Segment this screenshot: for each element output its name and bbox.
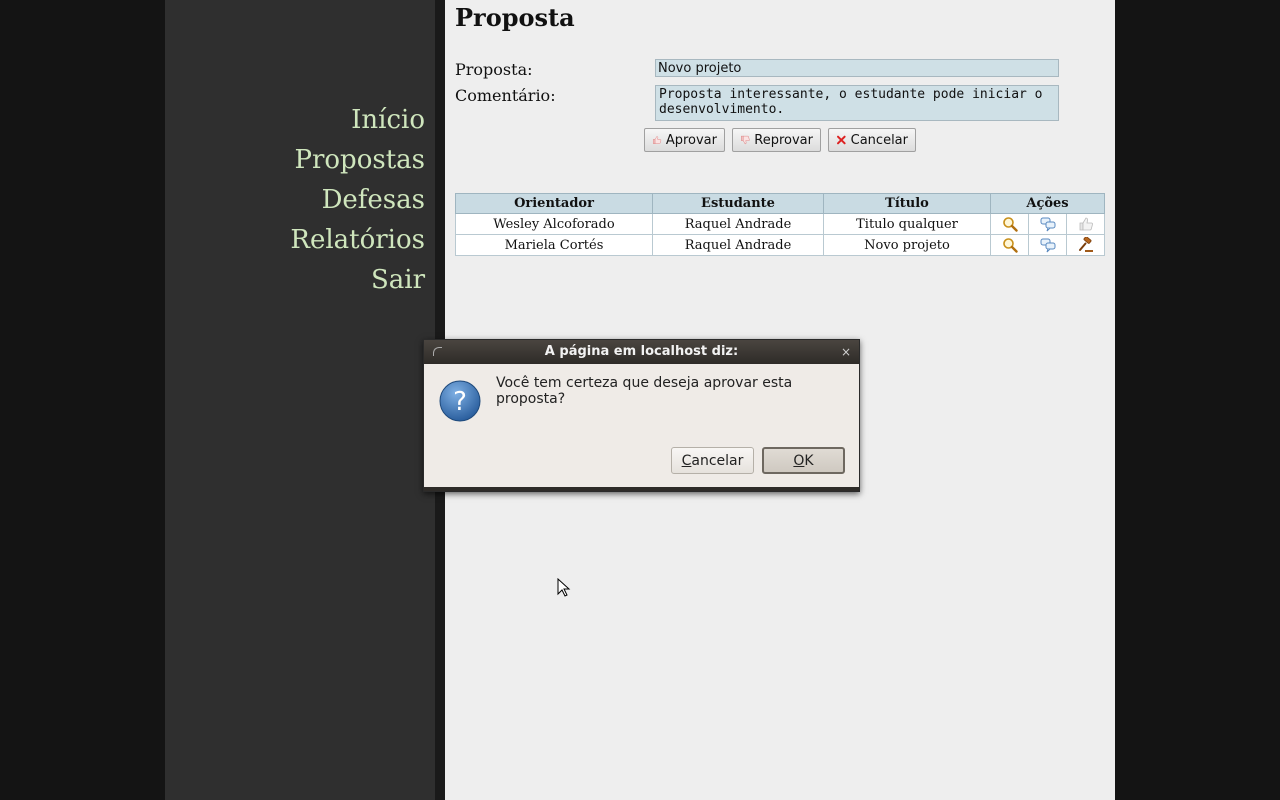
cell-titulo: Titulo qualquer [823,213,991,235]
col-estudante: Estudante [652,193,824,214]
cell-orientador: Wesley Alcoforado [455,213,653,235]
proposta-input[interactable] [655,59,1059,77]
approve-icon[interactable] [1078,216,1094,232]
table-header-row: Orientador Estudante Título Ações [455,193,1105,214]
nav-item-propostas[interactable]: Propostas [290,140,425,180]
close-icon[interactable]: × [841,340,851,364]
cell-action-view [990,234,1029,256]
dialog-ok-label: K [804,452,814,469]
thumbs-up-icon [652,136,662,144]
view-icon[interactable] [1002,237,1018,253]
cell-estudante: Raquel Andrade [652,234,824,256]
comentario-label: Comentário: [455,86,556,105]
question-icon: ? [439,380,481,422]
dialog-cancel-label: ancelar [691,452,744,469]
mouse-cursor-icon [557,578,571,597]
main-nav: Início Propostas Defesas Relatórios Sair [290,100,425,300]
page-background-left [0,0,165,800]
cell-titulo: Novo projeto [823,234,991,256]
dialog-cancel-button[interactable]: Cancelar [671,447,754,474]
dialog-bottom-edge [424,487,859,491]
cancel-button[interactable]: Cancelar [828,128,916,152]
sidebar: Início Propostas Defesas Relatórios Sair [165,0,435,800]
table-row: Wesley Alcoforado Raquel Andrade Titulo … [455,213,1105,235]
page-background-right [1115,0,1280,800]
cell-action-comment [1028,213,1067,235]
dialog-resize-corner-icon [433,347,442,356]
reject-button-label: Reprovar [754,132,813,148]
cell-action-gavel [1066,234,1105,256]
cell-action-comment [1028,234,1067,256]
comentario-textarea[interactable]: Proposta interessante, o estudante pode … [655,85,1059,121]
svg-text:?: ? [453,387,467,417]
gavel-icon[interactable] [1078,237,1094,253]
cell-action-view [990,213,1029,235]
approve-button[interactable]: Aprovar [644,128,725,152]
nav-item-sair[interactable]: Sair [290,260,425,300]
comment-icon[interactable] [1040,237,1056,253]
comment-icon[interactable] [1040,216,1056,232]
dialog-cancel-mnemonic: C [681,452,692,469]
cell-estudante: Raquel Andrade [652,213,824,235]
dialog-ok-button[interactable]: OK [762,447,845,474]
reject-button[interactable]: Reprovar [732,128,821,152]
approve-button-label: Aprovar [665,132,717,148]
dialog-title: A página em localhost diz: [544,344,739,359]
red-x-icon [836,135,846,145]
table-row: Mariela Cortés Raquel Andrade Novo proje… [455,234,1105,256]
dialog-ok-mnemonic: O [793,452,805,469]
cell-orientador: Mariela Cortés [455,234,653,256]
cancel-button-label: Cancelar [850,132,908,148]
proposals-table: Orientador Estudante Título Ações Wesley… [455,193,1105,256]
view-icon[interactable] [1002,216,1018,232]
nav-item-inicio[interactable]: Início [290,100,425,140]
col-acoes: Ações [990,193,1105,214]
thumbs-down-icon [741,135,750,145]
col-titulo: Título [823,193,991,214]
nav-item-relatorios[interactable]: Relatórios [290,220,425,260]
cell-action-approve [1066,213,1105,235]
nav-item-defesas[interactable]: Defesas [290,180,425,220]
col-orientador: Orientador [455,193,653,214]
page-title: Proposta [455,3,575,32]
dialog-titlebar[interactable]: A página em localhost diz: × [424,340,859,364]
proposta-label: Proposta: [455,60,533,79]
confirm-dialog: A página em localhost diz: × ? Você tem … [423,339,860,492]
dialog-message: Você tem certeza que deseja aprovar esta… [496,375,793,407]
